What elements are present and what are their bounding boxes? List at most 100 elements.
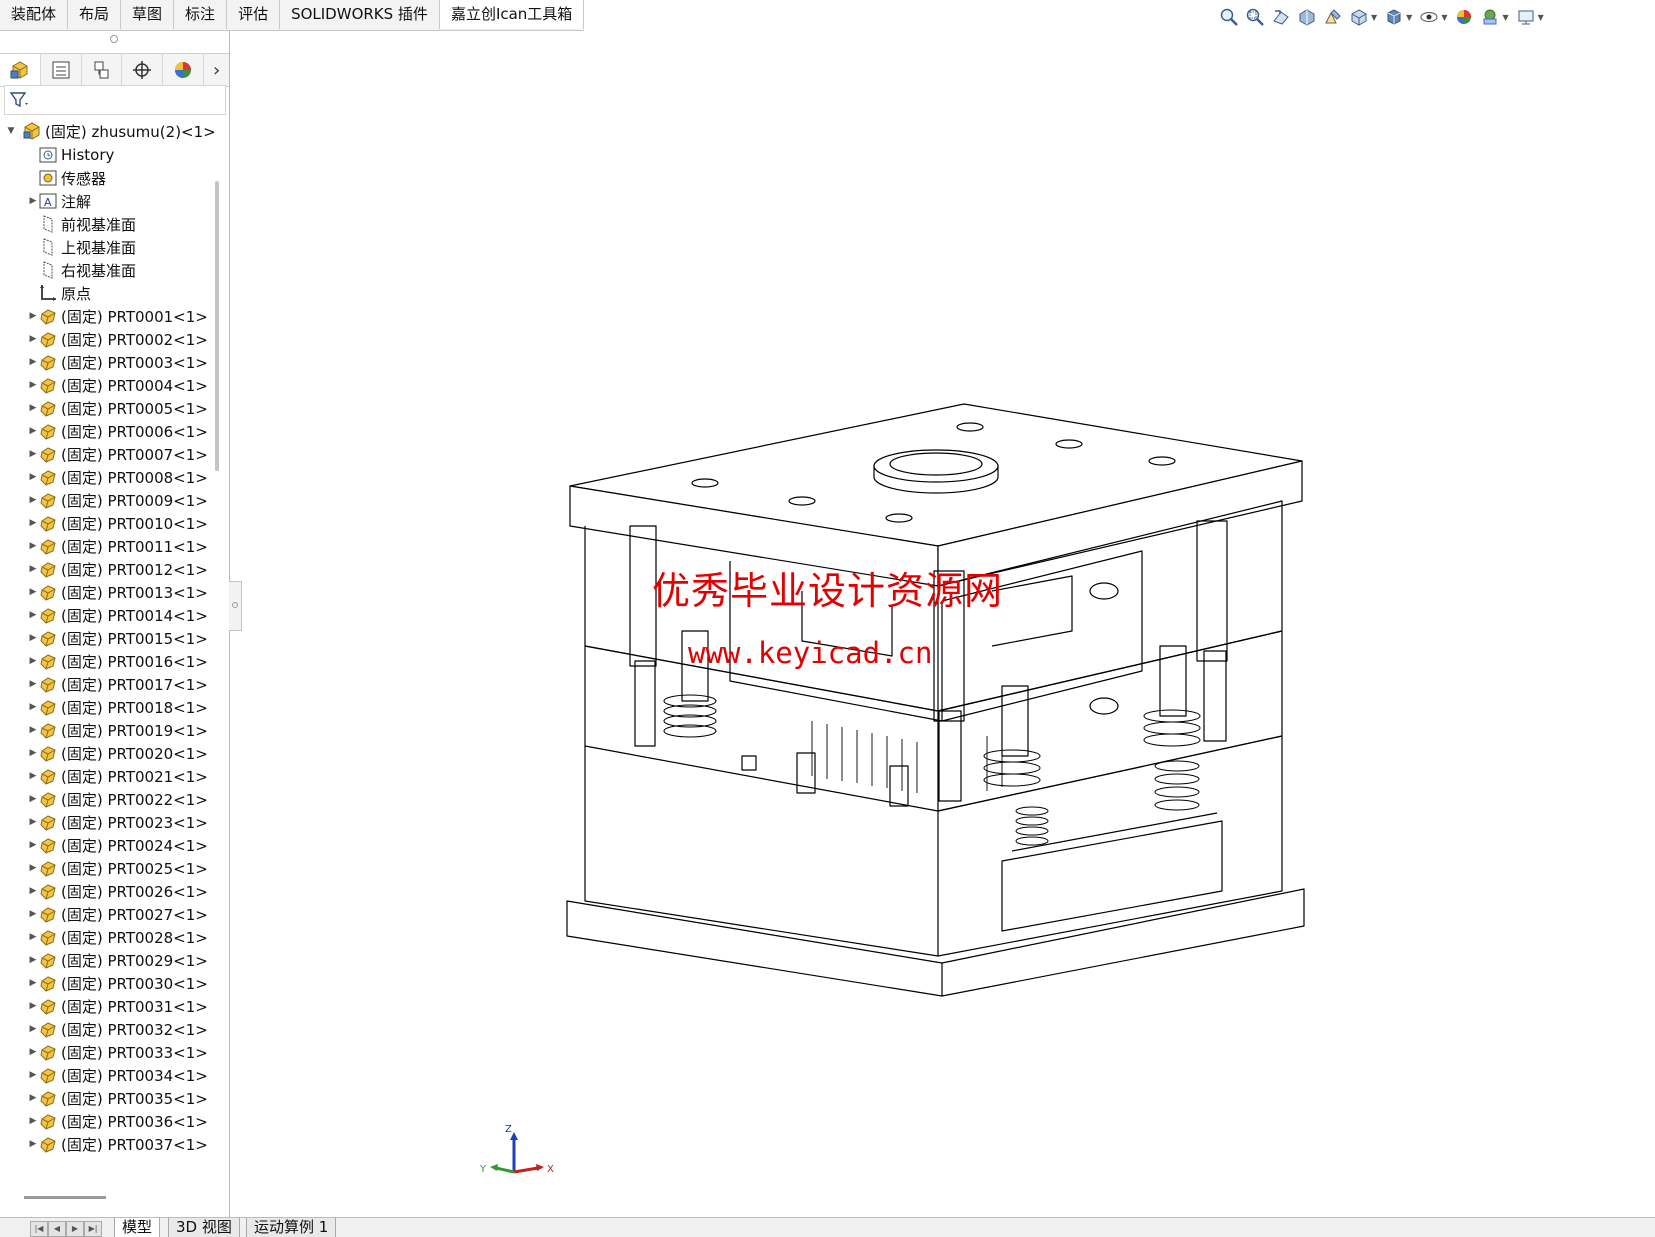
tree-item-part[interactable]: ▶ (固定) PRT0022<1> — [28, 787, 208, 811]
filter-icon[interactable] — [9, 90, 31, 110]
expand-arrow-icon[interactable]: ▶ — [28, 1024, 38, 1034]
tree-item-part[interactable]: ▶ (固定) PRT0009<1> — [28, 488, 208, 512]
tree-item-part[interactable]: ▶ (固定) PRT0024<1> — [28, 833, 208, 857]
next-tab-icon[interactable]: ▶ — [66, 1221, 84, 1237]
section-view-icon[interactable] — [1296, 6, 1318, 28]
tree-item-part[interactable]: ▶ (固定) PRT0018<1> — [28, 695, 208, 719]
tree-filter-bar[interactable] — [4, 85, 226, 115]
expand-arrow-icon[interactable]: ▶ — [28, 495, 38, 505]
expand-arrow-icon[interactable]: ▶ — [28, 955, 38, 965]
expand-arrow-icon[interactable]: ▶ — [28, 633, 38, 643]
expand-arrow-icon[interactable]: ▶ — [28, 426, 38, 436]
tree-item-part[interactable]: ▶ (固定) PRT0032<1> — [28, 1017, 208, 1041]
expand-arrow-icon[interactable]: ▶ — [28, 587, 38, 597]
expand-arrow-icon[interactable]: ▶ — [28, 357, 38, 367]
propertymanager-tab[interactable] — [41, 54, 82, 86]
tree-item-part[interactable]: ▶ (固定) PRT0023<1> — [28, 810, 208, 834]
expand-arrow-icon[interactable]: ▶ — [28, 334, 38, 344]
tab-3d-view[interactable]: 3D 视图 — [168, 1218, 240, 1237]
tree-item-part[interactable]: ▶ (固定) PRT0033<1> — [28, 1040, 208, 1064]
collapse-arrow-icon[interactable]: ▼ — [6, 126, 16, 136]
tree-item-fixed[interactable]: History — [28, 143, 114, 167]
expand-arrow-icon[interactable]: ▶ — [28, 380, 38, 390]
tab-ican-toolbox[interactable]: 嘉立创Ican工具箱 — [439, 0, 585, 29]
hide-show-dropdown-icon[interactable]: ▼ — [1441, 13, 1447, 22]
edit-appearance-icon[interactable] — [1453, 6, 1475, 28]
expand-arrow-icon[interactable]: ▶ — [28, 1116, 38, 1126]
tree-item-part[interactable]: ▶ (固定) PRT0016<1> — [28, 649, 208, 673]
expand-arrow-icon[interactable]: ▶ — [28, 564, 38, 574]
expand-arrow-icon[interactable]: ▶ — [28, 679, 38, 689]
tree-item-part[interactable]: ▶ (固定) PRT0013<1> — [28, 580, 208, 604]
previous-view-icon[interactable] — [1270, 6, 1292, 28]
expand-arrow-icon[interactable]: ▶ — [28, 909, 38, 919]
expand-arrow-icon[interactable]: ▶ — [28, 978, 38, 988]
expand-arrow-icon[interactable]: ▶ — [28, 794, 38, 804]
expand-arrow-icon[interactable]: ▶ — [28, 932, 38, 942]
expand-arrow-icon[interactable]: ▶ — [28, 1093, 38, 1103]
expand-arrow-icon[interactable]: ▶ — [28, 863, 38, 873]
expand-arrow-icon[interactable]: ▶ — [28, 196, 38, 206]
expand-arrow-icon[interactable]: ▶ — [28, 311, 38, 321]
tree-item-part[interactable]: ▶ (固定) PRT0002<1> — [28, 327, 208, 351]
graphics-area[interactable]: Z X Y — [242, 31, 1655, 1217]
tree-item-part[interactable]: ▶ (固定) PRT0014<1> — [28, 603, 208, 627]
zoom-to-area-icon[interactable] — [1244, 6, 1266, 28]
expand-arrow-icon[interactable]: ▶ — [28, 702, 38, 712]
dimxpert-tab[interactable] — [122, 54, 164, 86]
tree-item-part[interactable]: ▶ (固定) PRT0003<1> — [28, 350, 208, 374]
tree-item-part[interactable]: ▶ (固定) PRT0030<1> — [28, 971, 208, 995]
tree-item-part[interactable]: ▶ (固定) PRT0035<1> — [28, 1086, 208, 1110]
expand-arrow-icon[interactable]: ▶ — [28, 1139, 38, 1149]
tree-item-part[interactable]: ▶ (固定) PRT0008<1> — [28, 465, 208, 489]
display-style-dropdown-icon[interactable]: ▼ — [1406, 13, 1412, 22]
display-style-icon[interactable] — [1383, 6, 1405, 28]
tab-layout[interactable]: 布局 — [68, 0, 122, 29]
expand-arrow-icon[interactable]: ▶ — [28, 403, 38, 413]
apply-scene-icon[interactable] — [1479, 6, 1501, 28]
zoom-to-fit-icon[interactable] — [1218, 6, 1240, 28]
tree-item-part[interactable]: ▶ (固定) PRT0001<1> — [28, 304, 208, 328]
tree-item-fixed[interactable]: 传感器 — [28, 166, 106, 190]
tree-item-fixed[interactable]: ▶ A 注解 — [28, 189, 91, 213]
expand-arrow-icon[interactable]: ▶ — [28, 748, 38, 758]
tab-markup[interactable]: 标注 — [174, 0, 228, 29]
tree-item-part[interactable]: ▶ (固定) PRT0029<1> — [28, 948, 208, 972]
expand-arrow-icon[interactable]: ▶ — [28, 541, 38, 551]
expand-arrow-icon[interactable]: ▶ — [28, 656, 38, 666]
tab-motion-study[interactable]: 运动算例 1 — [246, 1218, 337, 1237]
expand-arrow-icon[interactable]: ▶ — [28, 1001, 38, 1011]
tree-horizontal-scrollbar[interactable] — [24, 1196, 106, 1199]
dynamic-annotation-icon[interactable] — [1322, 6, 1344, 28]
expand-arrow-icon[interactable]: ▶ — [28, 449, 38, 459]
last-tab-icon[interactable]: ▶| — [84, 1221, 102, 1237]
expand-arrow-icon[interactable]: ▶ — [28, 1070, 38, 1080]
first-tab-icon[interactable]: |◀ — [30, 1221, 48, 1237]
tree-item-part[interactable]: ▶ (固定) PRT0011<1> — [28, 534, 208, 558]
expand-arrow-icon[interactable]: ▶ — [28, 771, 38, 781]
tree-item-part[interactable]: ▶ (固定) PRT0031<1> — [28, 994, 208, 1018]
expand-arrow-icon[interactable]: ▶ — [28, 518, 38, 528]
tree-item-part[interactable]: ▶ (固定) PRT0028<1> — [28, 925, 208, 949]
display-manager-tab[interactable] — [163, 54, 205, 86]
tree-item-part[interactable]: ▶ (固定) PRT0026<1> — [28, 879, 208, 903]
tree-item-part[interactable]: ▶ (固定) PRT0036<1> — [28, 1109, 208, 1133]
tree-root-assembly[interactable]: ▼ (固定) zhusumu(2)<1> — [6, 119, 215, 143]
tree-item-part[interactable]: ▶ (固定) PRT0020<1> — [28, 741, 208, 765]
tree-item-part[interactable]: ▶ (固定) PRT0005<1> — [28, 396, 208, 420]
tab-solidworks-addins[interactable]: SOLIDWORKS 插件 — [280, 0, 440, 29]
tab-model[interactable]: 模型 — [114, 1218, 161, 1237]
tree-item-part[interactable]: ▶ (固定) PRT0010<1> — [28, 511, 208, 535]
expand-arrow-icon[interactable]: ▶ — [28, 472, 38, 482]
expand-arrow-icon[interactable]: ▶ — [28, 1047, 38, 1057]
tree-vertical-scrollbar[interactable] — [215, 181, 219, 471]
tree-item-part[interactable]: ▶ (固定) PRT0019<1> — [28, 718, 208, 742]
tab-assembly[interactable]: 装配体 — [0, 0, 69, 29]
prev-tab-icon[interactable]: ◀ — [48, 1221, 66, 1237]
tree-item-fixed[interactable]: 前视基准面 — [28, 212, 136, 236]
tree-item-part[interactable]: ▶ (固定) PRT0027<1> — [28, 902, 208, 926]
tree-item-part[interactable]: ▶ (固定) PRT0012<1> — [28, 557, 208, 581]
tab-sketch[interactable]: 草图 — [121, 0, 175, 29]
tree-item-part[interactable]: ▶ (固定) PRT0004<1> — [28, 373, 208, 397]
configurationmanager-tab[interactable] — [82, 54, 123, 86]
